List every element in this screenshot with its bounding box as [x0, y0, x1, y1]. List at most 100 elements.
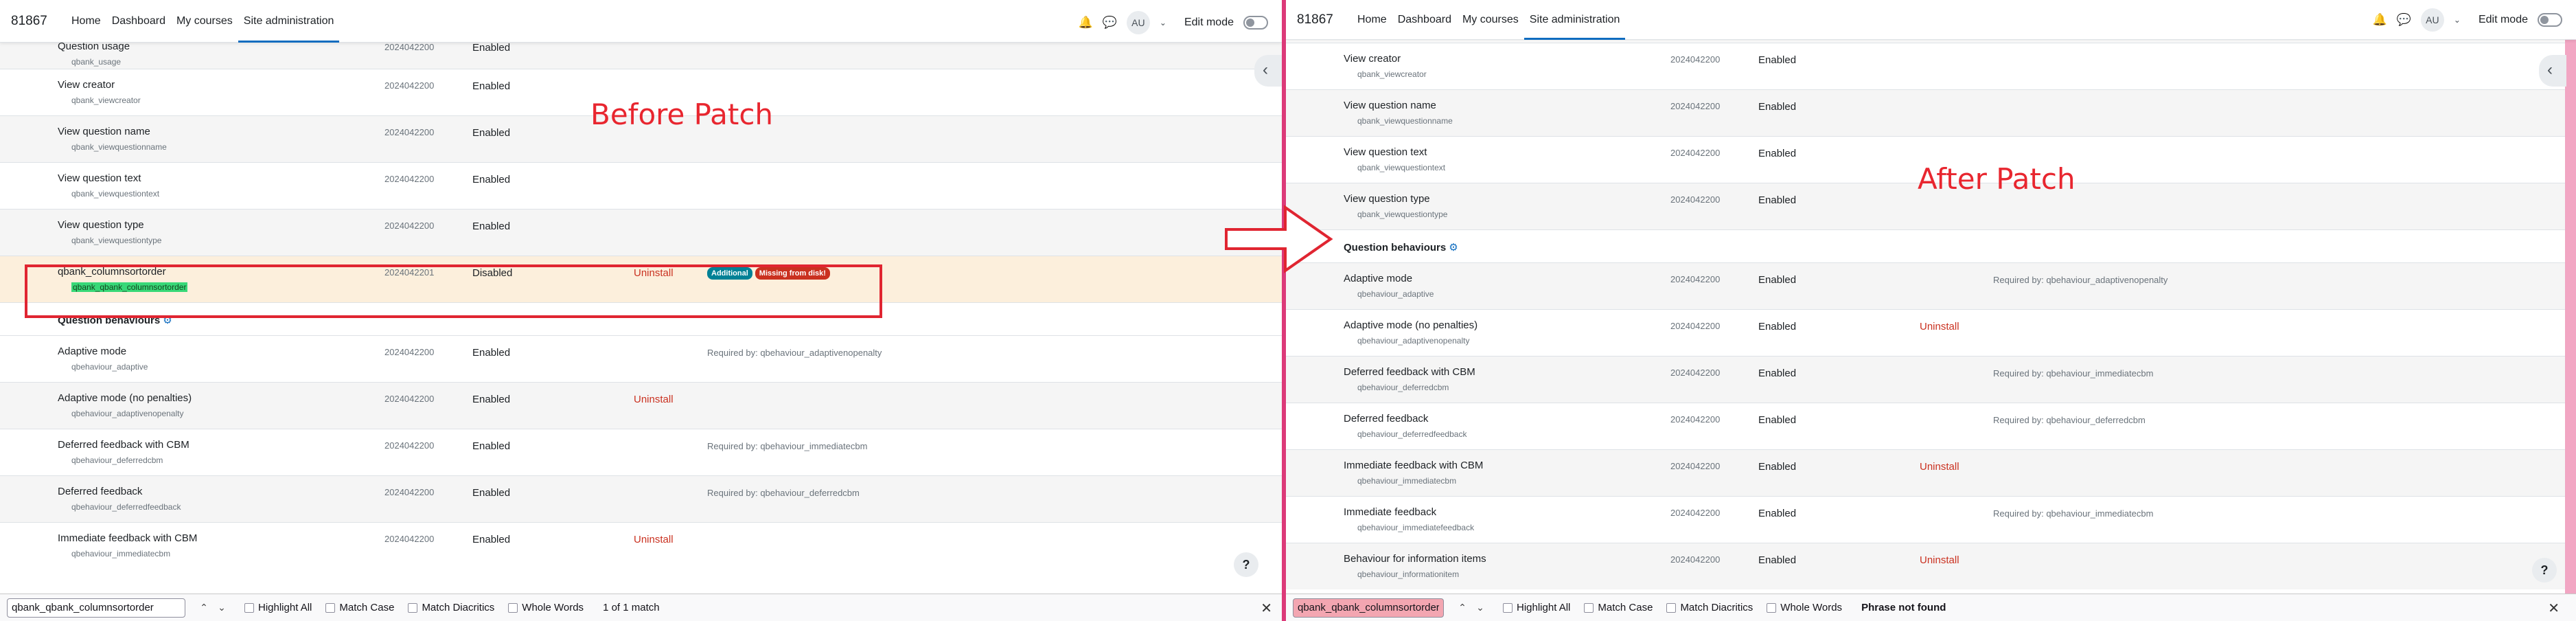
- match-case-option[interactable]: Match Case: [325, 602, 394, 613]
- plugin-status: Enabled: [1758, 274, 1797, 286]
- chat-icon[interactable]: 💬: [2397, 13, 2411, 27]
- plugin-name: Behaviour for information items: [1344, 553, 1486, 565]
- plugin-component: qbehaviour_adaptive: [1357, 289, 1434, 299]
- nav-home[interactable]: Home: [1352, 0, 1392, 40]
- nav-my-courses[interactable]: My courses: [171, 0, 238, 43]
- match-case-label: Match Case: [339, 602, 395, 613]
- close-icon[interactable]: ✕: [1261, 600, 1272, 617]
- chevron-down-icon[interactable]: ⌄: [2454, 15, 2461, 25]
- uninstall-link[interactable]: Uninstall: [634, 534, 674, 545]
- checkbox[interactable]: [244, 602, 254, 613]
- table-row: Adaptive mode (no penalties) qbehaviour_…: [0, 382, 1282, 429]
- checkbox[interactable]: [1503, 602, 1513, 613]
- table-row: View question text qbank_viewquestiontex…: [0, 162, 1282, 209]
- match-diacritics-option[interactable]: Match Diacritics: [408, 602, 494, 613]
- checkbox[interactable]: [1666, 602, 1677, 613]
- highlight-all-label: Highlight All: [258, 602, 312, 613]
- uninstall-link[interactable]: Uninstall: [634, 394, 674, 405]
- plugin-status: Enabled: [1758, 461, 1797, 473]
- question-mark-icon[interactable]: ?: [1234, 552, 1258, 577]
- chevron-down-icon[interactable]: ⌄: [1160, 18, 1166, 27]
- edit-mode-toggle[interactable]: [1243, 16, 1268, 30]
- chevron-down-icon[interactable]: ⌄: [213, 602, 231, 613]
- table-row: Deferred feedback qbehaviour_deferredfee…: [1286, 403, 2576, 449]
- table-row: Adaptive mode (no penalties) qbehaviour_…: [1286, 309, 2576, 356]
- match-case-option[interactable]: Match Case: [1584, 602, 1653, 613]
- uninstall-link[interactable]: Uninstall: [1920, 461, 1959, 473]
- whole-words-option[interactable]: Whole Words: [508, 602, 584, 613]
- match-diacritics-option[interactable]: Match Diacritics: [1666, 602, 1753, 613]
- checkbox[interactable]: [508, 602, 518, 613]
- site-brand[interactable]: 81867: [11, 14, 47, 29]
- plugin-status: Enabled: [472, 174, 511, 185]
- chat-icon[interactable]: 💬: [1103, 16, 1117, 30]
- chevron-up-icon[interactable]: ⌃: [1453, 602, 1471, 613]
- section-title: Question behaviours ⚙: [1344, 241, 1458, 253]
- plugin-name: Deferred feedback with CBM: [58, 439, 189, 451]
- match-case-label: Match Case: [1598, 602, 1653, 613]
- plugin-version: 2024042200: [1670, 414, 1721, 425]
- nav-site-administration[interactable]: Site administration: [238, 0, 340, 43]
- chevron-up-icon[interactable]: ⌃: [195, 602, 213, 613]
- avatar[interactable]: AU: [1126, 11, 1150, 34]
- plugin-version: 2024042200: [1670, 368, 1721, 378]
- find-input[interactable]: [7, 598, 185, 618]
- whole-words-label: Whole Words: [522, 602, 584, 613]
- plugin-name: Deferred feedback with CBM: [1344, 366, 1475, 378]
- plugin-name: View question name: [58, 126, 150, 137]
- top-navbar: 81867 Home Dashboard My courses Site adm…: [1286, 0, 2576, 40]
- plugin-status: Enabled: [472, 80, 511, 92]
- highlight-all-option[interactable]: Highlight All: [1503, 602, 1570, 613]
- question-mark-icon[interactable]: ?: [2532, 558, 2557, 583]
- avatar[interactable]: AU: [2420, 8, 2444, 32]
- chevron-left-icon[interactable]: ‹: [2539, 55, 2566, 87]
- plugin-component: qbehaviour_immediatefeedback: [1357, 523, 1475, 532]
- primary-navigation: Home Dashboard My courses Site administr…: [66, 0, 340, 43]
- plugin-status: Enabled: [472, 394, 511, 405]
- plugin-status: Enabled: [1758, 194, 1797, 206]
- checkbox[interactable]: [1584, 602, 1594, 613]
- highlight-all-option[interactable]: Highlight All: [244, 602, 312, 613]
- nav-dashboard[interactable]: Dashboard: [1392, 0, 1457, 40]
- chevron-down-icon[interactable]: ⌄: [1471, 602, 1489, 613]
- plugin-notes: Required by: qbehaviour_immediatecbm: [1993, 508, 2154, 519]
- bell-icon[interactable]: 🔔: [2373, 13, 2387, 27]
- plugin-component: qbehaviour_immediatecbm: [1357, 476, 1457, 486]
- nav-my-courses[interactable]: My courses: [1457, 0, 1524, 40]
- chevron-left-icon[interactable]: ‹: [1254, 55, 1282, 87]
- find-input[interactable]: [1293, 598, 1444, 618]
- nav-home[interactable]: Home: [66, 0, 106, 43]
- table-row: View creator qbank_viewcreator 202404220…: [1286, 43, 2576, 89]
- edit-mode-label: Edit mode: [1184, 16, 1234, 28]
- highlight-all-label: Highlight All: [1517, 602, 1571, 613]
- plugin-name: Adaptive mode: [1344, 273, 1413, 284]
- plugin-name: Immediate feedback with CBM: [1344, 460, 1484, 471]
- plugin-component: qbank_viewquestiontype: [71, 236, 162, 245]
- checkbox[interactable]: [1767, 602, 1777, 613]
- plugin-version: 2024042200: [384, 80, 435, 91]
- plugin-component: qbank_viewquestiontext: [71, 189, 160, 199]
- nav-dashboard[interactable]: Dashboard: [106, 0, 171, 43]
- nav-site-administration[interactable]: Site administration: [1523, 0, 1626, 40]
- bell-icon[interactable]: 🔔: [1079, 16, 1093, 30]
- edit-mode-toggle[interactable]: [2538, 13, 2562, 27]
- plugin-name: View question text: [58, 172, 141, 184]
- whole-words-option[interactable]: Whole Words: [1767, 602, 1842, 613]
- plugin-status: Enabled: [1758, 321, 1797, 332]
- find-status: 1 of 1 match: [603, 602, 660, 613]
- edit-mode-label: Edit mode: [2478, 14, 2528, 25]
- checkbox[interactable]: [325, 602, 336, 613]
- gear-icon[interactable]: ⚙: [1449, 241, 1458, 253]
- plugin-component: qbank_usage: [71, 57, 122, 67]
- plugin-name: View question name: [1344, 100, 1436, 111]
- plugin-status: Enabled: [1758, 101, 1797, 113]
- uninstall-link[interactable]: Uninstall: [1920, 321, 1959, 332]
- site-brand[interactable]: 81867: [1297, 12, 1333, 27]
- close-icon[interactable]: ✕: [2548, 600, 2560, 617]
- before-patch-panel: 81867 Home Dashboard My courses Site adm…: [0, 0, 1282, 621]
- checkbox[interactable]: [408, 602, 418, 613]
- uninstall-link[interactable]: Uninstall: [1920, 554, 1959, 566]
- plugin-notes: Required by: qbehaviour_adaptivenopenalt…: [707, 348, 882, 358]
- plugin-status: Enabled: [472, 487, 511, 499]
- table-row: Deferred feedback qbehaviour_deferredfee…: [0, 475, 1282, 522]
